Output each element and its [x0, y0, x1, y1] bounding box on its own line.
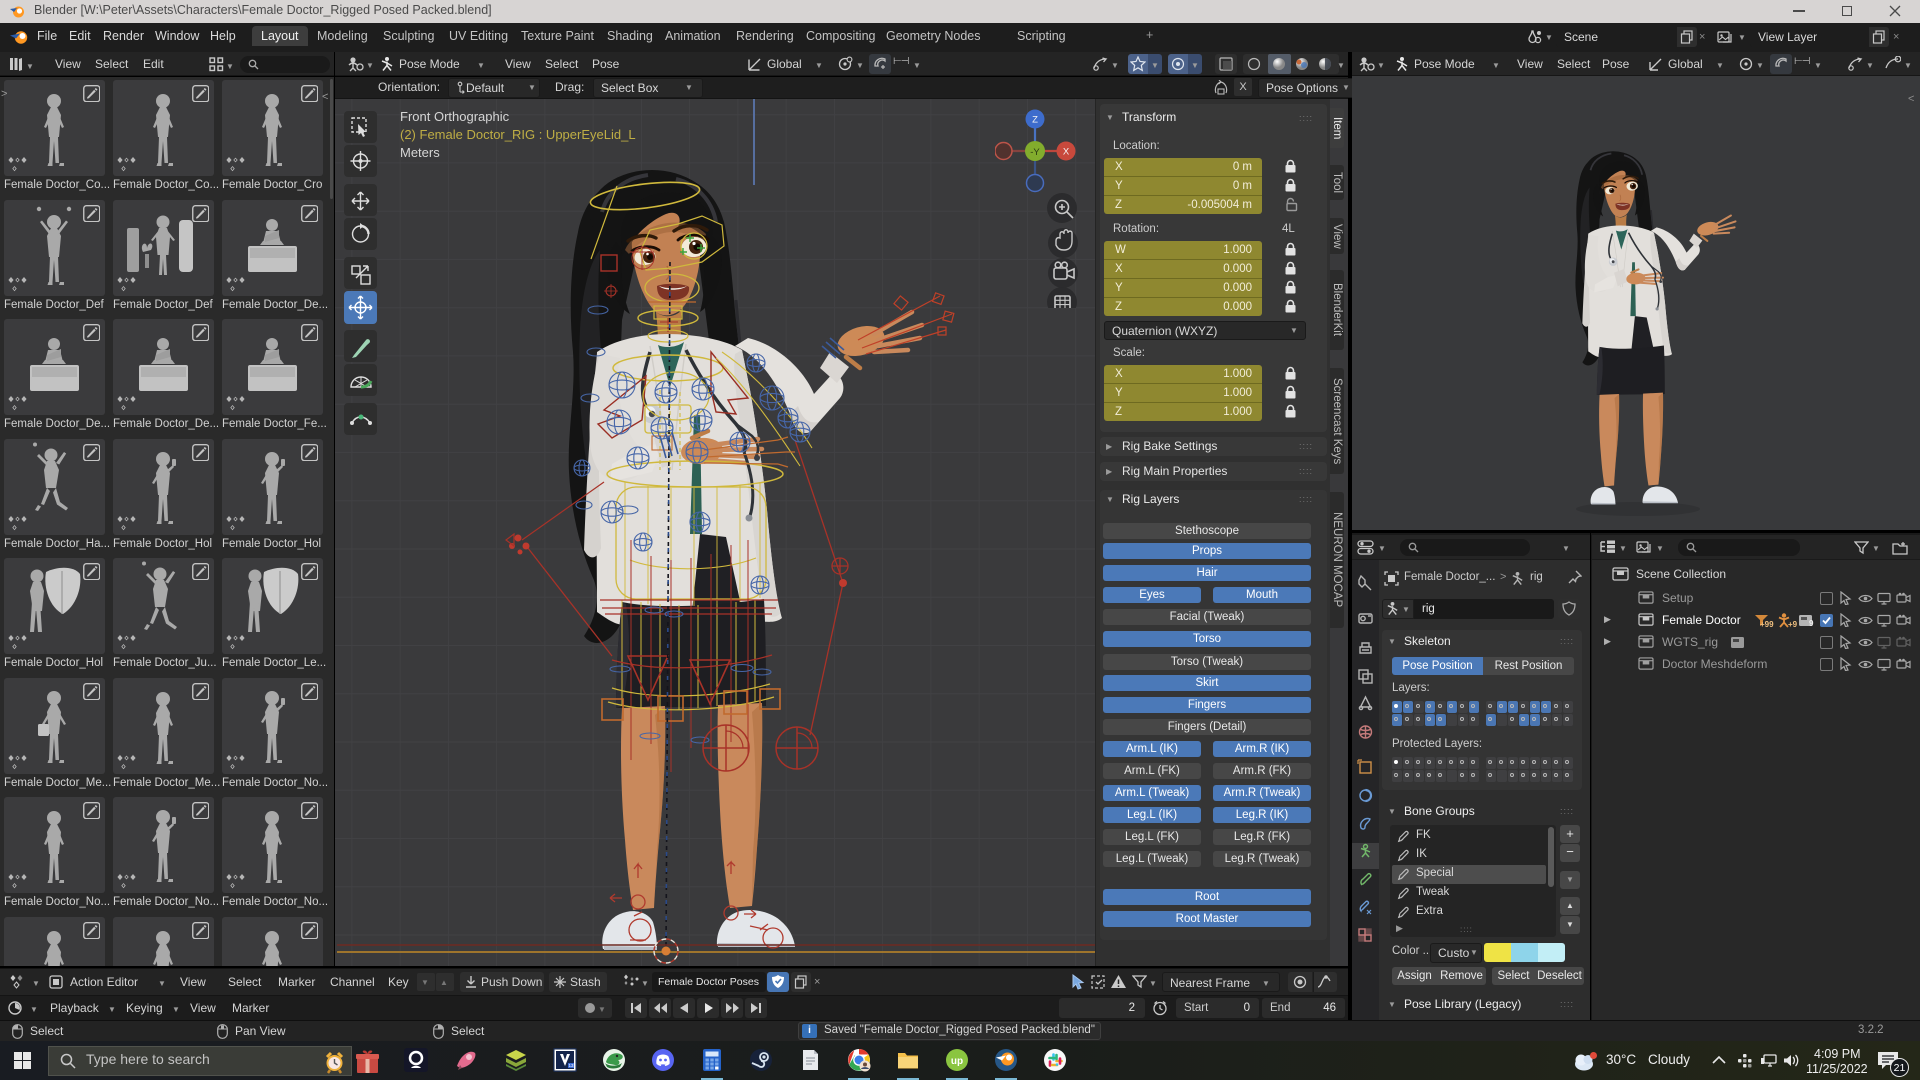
svg-text:X: X: [1063, 147, 1070, 158]
svg-text:Z: Z: [1032, 115, 1038, 126]
svg-text:13: 13: [568, 1063, 574, 1068]
svg-text:up: up: [951, 1056, 963, 1067]
svg-text:-Y: -Y: [1030, 147, 1040, 158]
